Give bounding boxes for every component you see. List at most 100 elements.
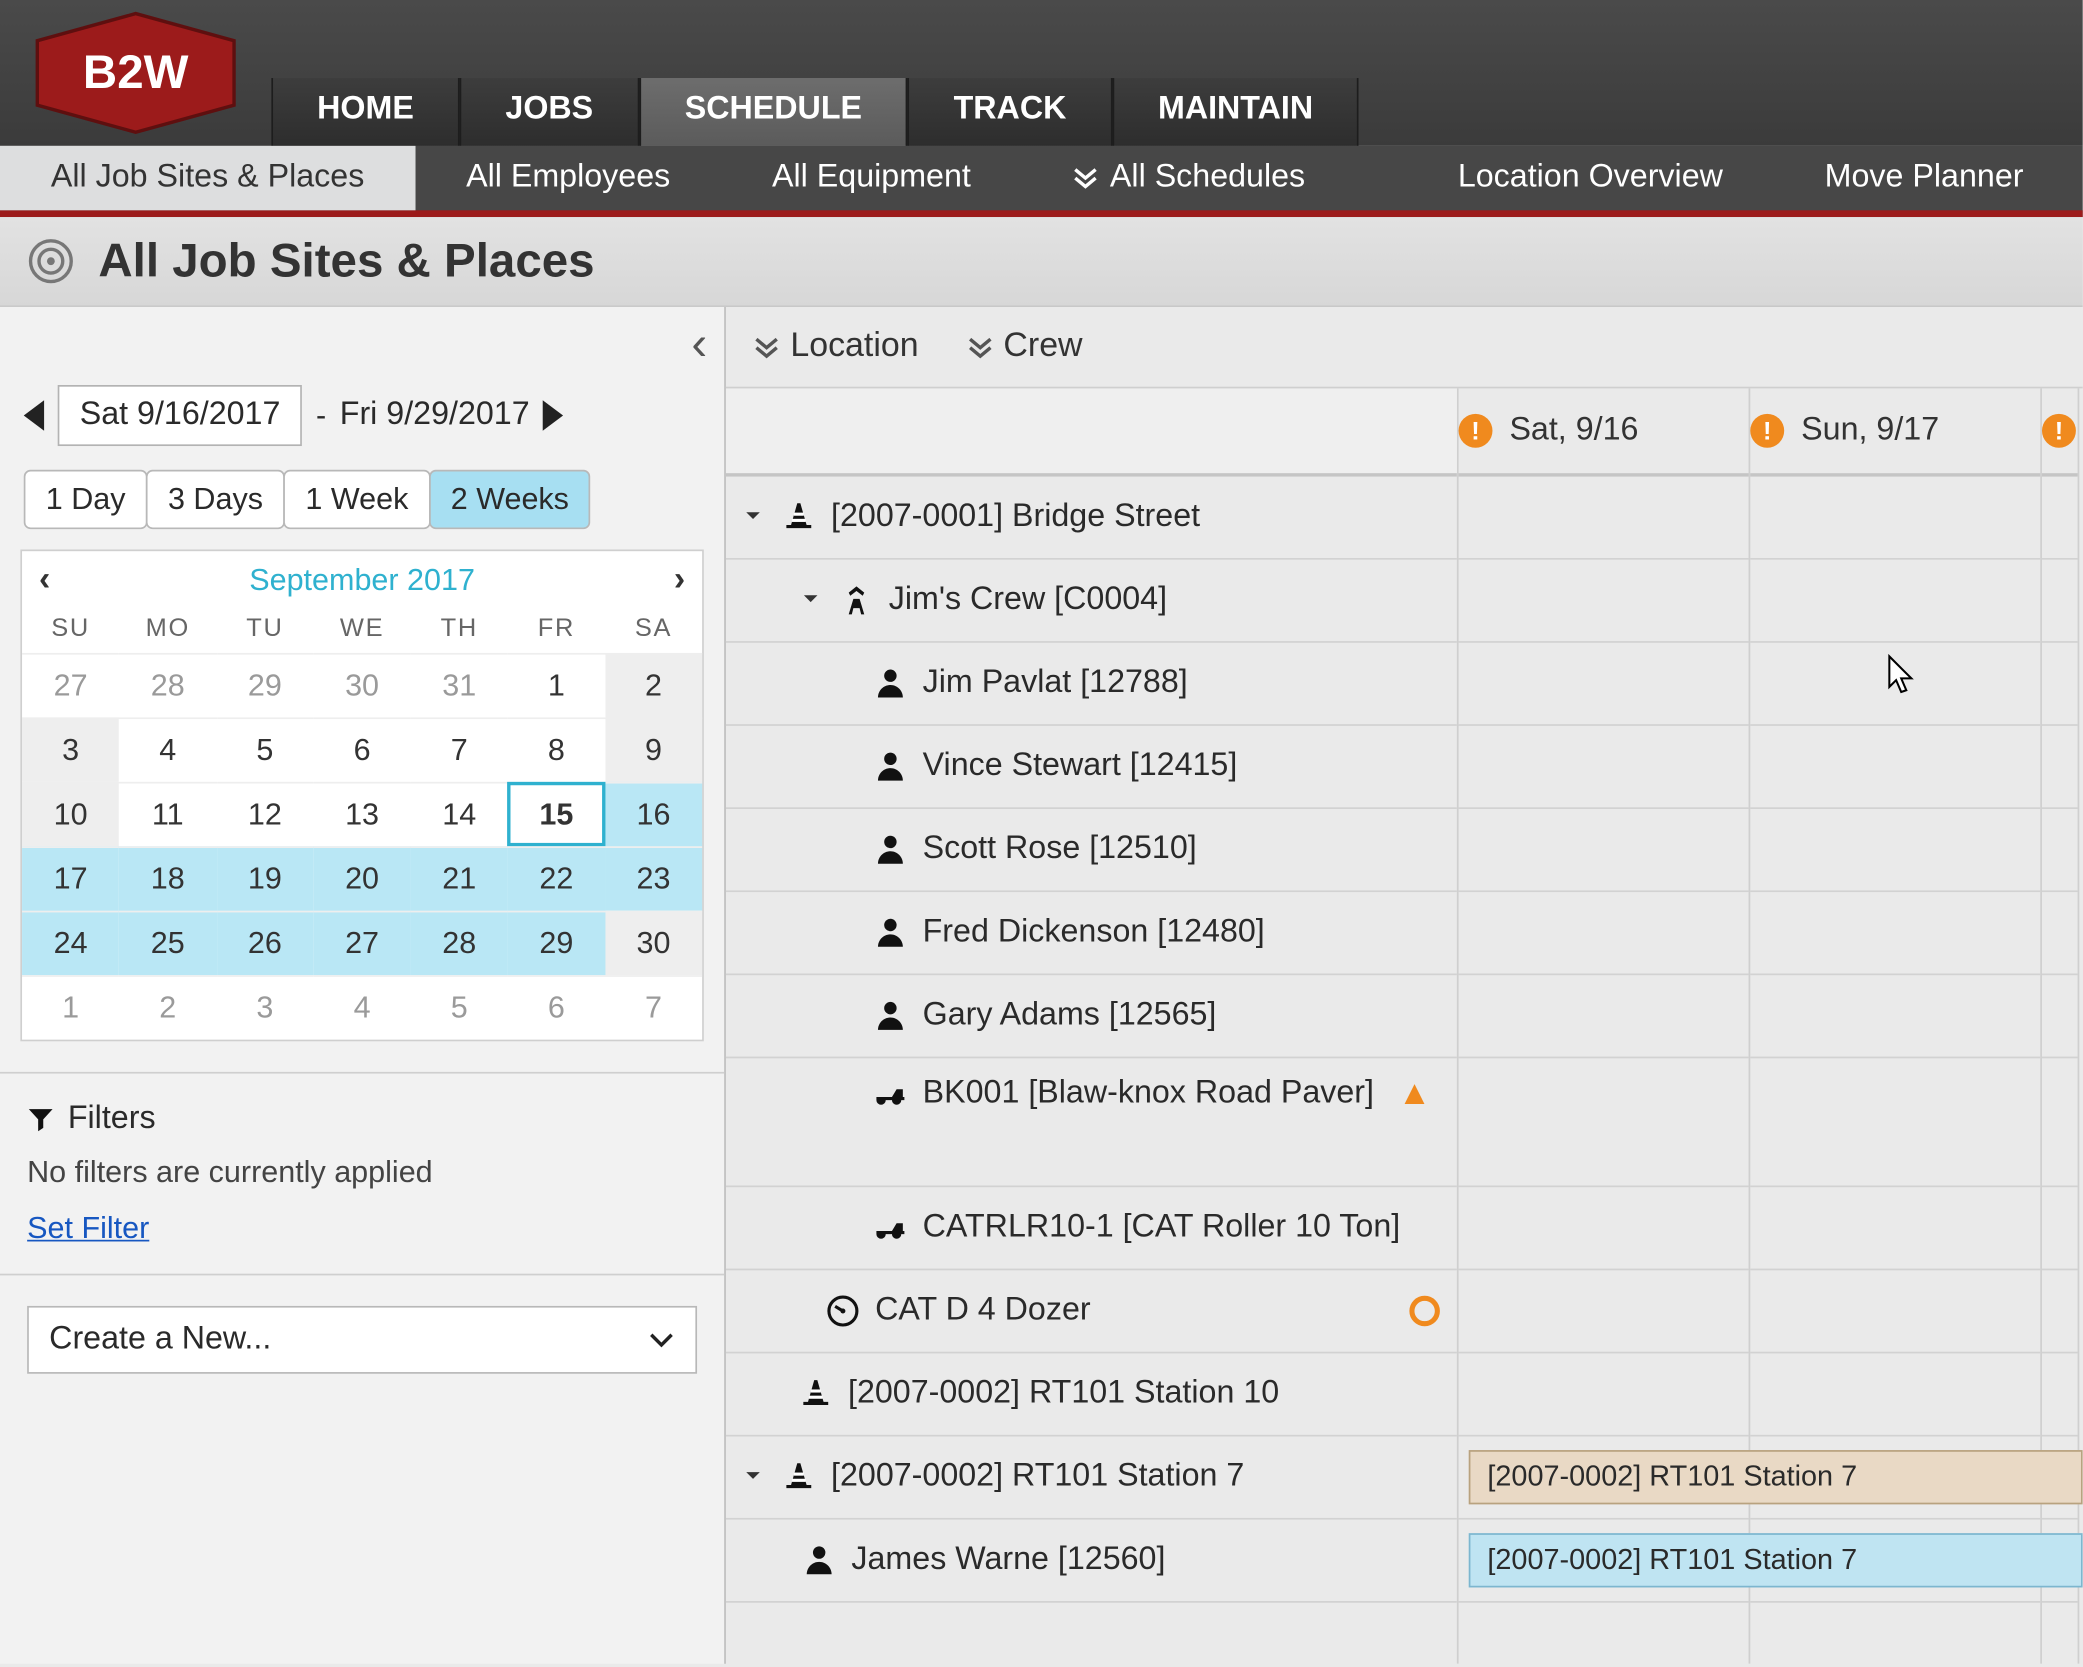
day-cell[interactable]: [1750, 560, 2040, 643]
cal-next-button[interactable]: ›: [674, 561, 685, 600]
cal-day[interactable]: 1: [22, 975, 119, 1039]
day-cell[interactable]: [1459, 1270, 1749, 1353]
subnav-item[interactable]: All Schedules: [1022, 146, 1356, 210]
cal-day[interactable]: 5: [411, 975, 508, 1039]
cal-day[interactable]: 16: [605, 782, 702, 846]
cal-day[interactable]: 26: [216, 911, 313, 975]
cal-day[interactable]: 27: [22, 653, 119, 717]
tree-row[interactable]: Vince Stewart [12415]: [726, 726, 1457, 809]
set-filter-link[interactable]: Set Filter: [27, 1211, 149, 1245]
nav-tab-maintain[interactable]: MAINTAIN: [1112, 78, 1359, 146]
tree-row[interactable]: BK001 [Blaw-knox Road Paver]▲: [726, 1058, 1457, 1187]
cal-day[interactable]: 9: [605, 717, 702, 781]
cal-day[interactable]: 11: [119, 782, 216, 846]
cal-day[interactable]: 15: [508, 782, 605, 846]
day-cell[interactable]: [2042, 560, 2078, 643]
day-cell[interactable]: [1750, 1353, 2040, 1436]
day-cell[interactable]: [1459, 809, 1749, 892]
cal-day[interactable]: 20: [313, 846, 410, 910]
day-cell[interactable]: [1750, 1058, 2040, 1187]
expand-caret-icon[interactable]: [743, 499, 767, 536]
cal-day[interactable]: 3: [216, 975, 313, 1039]
subnav-item[interactable]: All Job Sites & Places: [0, 146, 415, 210]
cal-day[interactable]: 13: [313, 782, 410, 846]
cal-day[interactable]: 28: [119, 653, 216, 717]
start-date-field[interactable]: Sat 9/16/2017: [58, 385, 303, 446]
day-cell[interactable]: [2042, 975, 2078, 1058]
day-cell[interactable]: [1750, 809, 2040, 892]
cal-month-label[interactable]: September 2017: [249, 563, 475, 599]
range-prev-button[interactable]: [24, 400, 44, 431]
day-cell[interactable]: [1459, 726, 1749, 809]
cal-day[interactable]: 4: [313, 975, 410, 1039]
day-cell[interactable]: [1750, 726, 2040, 809]
day-cell[interactable]: [1750, 477, 2040, 560]
collapse-sidebar-icon[interactable]: ‹: [691, 317, 707, 371]
day-cell[interactable]: [1459, 1353, 1749, 1436]
cal-day[interactable]: 21: [411, 846, 508, 910]
cal-day[interactable]: 31: [411, 653, 508, 717]
day-cell[interactable]: [1750, 1270, 2040, 1353]
day-cell[interactable]: [2042, 1187, 2078, 1270]
day-cell[interactable]: [2042, 892, 2078, 975]
nav-tab-jobs[interactable]: JOBS: [460, 78, 639, 146]
day-cell[interactable]: [2042, 1353, 2078, 1436]
location-filter[interactable]: Location: [753, 327, 919, 366]
tree-row[interactable]: [2007-0002] RT101 Station 7: [726, 1437, 1457, 1520]
cal-day[interactable]: 3: [22, 717, 119, 781]
range-next-button[interactable]: [543, 400, 563, 431]
day-cell[interactable]: [2042, 726, 2078, 809]
tree-row[interactable]: CATRLR10-1 [CAT Roller 10 Ton]: [726, 1187, 1457, 1270]
nav-tab-track[interactable]: TRACK: [908, 78, 1112, 146]
cal-day[interactable]: 17: [22, 846, 119, 910]
cal-day[interactable]: 25: [119, 911, 216, 975]
cal-day[interactable]: 29: [508, 911, 605, 975]
cal-day[interactable]: 14: [411, 782, 508, 846]
day-cell[interactable]: [1459, 560, 1749, 643]
cal-day[interactable]: 2: [605, 653, 702, 717]
cal-day[interactable]: 30: [313, 653, 410, 717]
day-cell[interactable]: [2042, 477, 2078, 560]
tree-row[interactable]: Fred Dickenson [12480]: [726, 892, 1457, 975]
cal-day[interactable]: 5: [216, 717, 313, 781]
cal-day[interactable]: 12: [216, 782, 313, 846]
expand-caret-icon[interactable]: [801, 582, 825, 619]
cal-day[interactable]: 8: [508, 717, 605, 781]
cal-prev-button[interactable]: ‹: [39, 561, 50, 600]
crew-filter[interactable]: Crew: [966, 327, 1082, 366]
schedule-bar[interactable]: [2007-0002] RT101 Station 7: [1469, 1450, 2083, 1504]
subnav-item[interactable]: Location Overview: [1407, 146, 1774, 210]
cal-day[interactable]: 10: [22, 782, 119, 846]
cal-day[interactable]: 27: [313, 911, 410, 975]
tree-row[interactable]: Jim Pavlat [12788]: [726, 643, 1457, 726]
tree-row[interactable]: CAT D 4 Dozer: [726, 1270, 1457, 1353]
tree-row[interactable]: [2007-0002] RT101 Station 10: [726, 1353, 1457, 1436]
day-cell[interactable]: [1459, 1187, 1749, 1270]
zoom-button[interactable]: 2 Weeks: [429, 470, 591, 529]
day-cell[interactable]: [2042, 643, 2078, 726]
cal-day[interactable]: 1: [508, 653, 605, 717]
tree-row[interactable]: [2007-0001] Bridge Street: [726, 477, 1457, 560]
day-cell[interactable]: [1459, 1058, 1749, 1187]
cal-day[interactable]: 29: [216, 653, 313, 717]
tree-row[interactable]: Scott Rose [12510]: [726, 809, 1457, 892]
day-cell[interactable]: [2042, 1058, 2078, 1187]
tree-row[interactable]: James Warne [12560]: [726, 1520, 1457, 1603]
cal-day[interactable]: 6: [313, 717, 410, 781]
cal-day[interactable]: 18: [119, 846, 216, 910]
cal-day[interactable]: 24: [22, 911, 119, 975]
day-cell[interactable]: [1459, 975, 1749, 1058]
cal-day[interactable]: 22: [508, 846, 605, 910]
day-cell[interactable]: [1459, 643, 1749, 726]
subnav-item[interactable]: All Equipment: [721, 146, 1022, 210]
cal-day[interactable]: 23: [605, 846, 702, 910]
day-cell[interactable]: [1750, 975, 2040, 1058]
cal-day[interactable]: 4: [119, 717, 216, 781]
day-cell[interactable]: [1750, 892, 2040, 975]
cal-day[interactable]: 30: [605, 911, 702, 975]
expand-caret-icon[interactable]: [743, 1459, 767, 1496]
create-new-select[interactable]: Create a New...: [27, 1306, 697, 1374]
day-cell[interactable]: [1459, 892, 1749, 975]
cal-day[interactable]: 7: [411, 717, 508, 781]
subnav-item[interactable]: Move Planner: [1774, 146, 2075, 210]
